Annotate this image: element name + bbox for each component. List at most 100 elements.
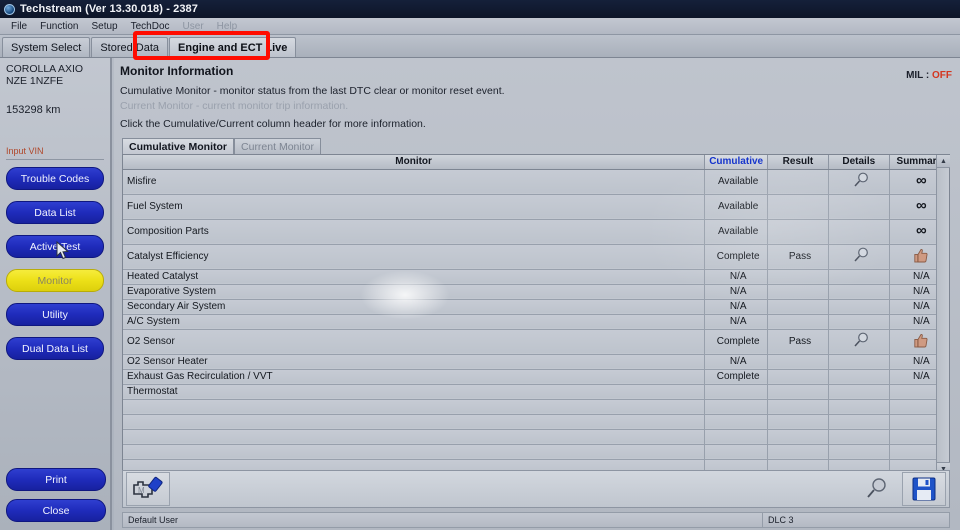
save-button[interactable]	[902, 472, 946, 506]
table-row[interactable]: Composition Parts Available ∞	[123, 219, 949, 245]
techstream-logo-icon	[4, 3, 15, 15]
scroll-up-button[interactable]: ▲	[937, 155, 950, 168]
print-button[interactable]: Print	[6, 468, 106, 491]
menu-item-help[interactable]: Help	[211, 20, 244, 33]
cell-result: Pass	[767, 244, 829, 270]
sidebar-item-data-list[interactable]: Data List	[6, 201, 104, 224]
table-row[interactable]: A/C System N/A N/A	[123, 314, 949, 330]
save-floppy-icon	[912, 477, 936, 501]
cell-monitor: Misfire	[123, 169, 706, 195]
column-header-cumulative[interactable]: Cumulative	[704, 155, 769, 170]
main-panel: Monitor Information MIL : OFF Cumulative…	[114, 58, 960, 530]
sidebar: COROLLA AXIO NZE 1NZFE 153298 km Input V…	[0, 58, 112, 530]
cell-result	[767, 269, 829, 285]
cell-monitor: Composition Parts	[123, 219, 706, 245]
cell-cumulative: Available	[704, 219, 769, 245]
tab-engine-and-ect-live[interactable]: Engine and ECT Live	[169, 37, 297, 57]
toolbar-right-group	[854, 472, 946, 506]
cell-empty	[123, 414, 706, 430]
cell-cumulative: N/A	[704, 314, 769, 330]
menu-item-file[interactable]: File	[5, 20, 33, 33]
magnifier-icon	[867, 478, 886, 498]
cell-details	[828, 299, 890, 315]
menu-item-techdoc[interactable]: TechDoc	[125, 20, 176, 33]
cell-empty	[123, 429, 706, 445]
cell-monitor: O2 Sensor	[123, 329, 706, 355]
svg-text:M: M	[138, 486, 145, 495]
table-row[interactable]: Heated Catalyst N/A N/A	[123, 269, 949, 285]
sidebar-item-active-test[interactable]: Active Test	[6, 235, 104, 258]
cell-monitor: O2 Sensor Heater	[123, 354, 706, 370]
magnifier-button[interactable]	[854, 472, 898, 506]
window-tab-strip: System Select Stored Data Engine and ECT…	[0, 35, 960, 58]
mouse-cursor-icon	[56, 241, 70, 260]
cell-details	[828, 269, 890, 285]
title-bar: Techstream (Ver 13.30.018) - 2387	[0, 0, 960, 18]
cell-cumulative	[704, 384, 769, 400]
cell-monitor: Evaporative System	[123, 284, 706, 300]
sidebar-item-trouble-codes[interactable]: Trouble Codes	[6, 167, 104, 190]
close-button[interactable]: Close	[6, 499, 106, 522]
odometer-reading: 153298 km	[6, 104, 61, 116]
cell-monitor: Thermostat	[123, 384, 706, 400]
sidebar-item-monitor[interactable]: Monitor	[6, 269, 104, 292]
tab-system-select[interactable]: System Select	[2, 37, 91, 57]
cell-result	[767, 369, 829, 385]
sidebar-bottom-buttons: Print Close	[6, 468, 106, 522]
table-row-empty	[123, 414, 949, 430]
table-row[interactable]: Evaporative System N/A N/A	[123, 284, 949, 300]
cell-empty	[828, 414, 890, 430]
cell-details[interactable]	[828, 244, 890, 270]
cell-cumulative: Complete	[704, 369, 769, 385]
menu-item-function[interactable]: Function	[34, 20, 84, 33]
table-row[interactable]: Exhaust Gas Recirculation / VVT Complete N…	[123, 369, 949, 385]
table-vertical-scrollbar[interactable]: ▲ ▼	[936, 155, 950, 475]
mil-label: MIL :	[906, 70, 930, 81]
status-connection: DLC 3	[768, 515, 794, 525]
cell-result	[767, 314, 829, 330]
input-vin-link[interactable]: Input VIN	[6, 146, 104, 160]
tab-cumulative-monitor[interactable]: Cumulative Monitor	[122, 138, 235, 154]
table-row[interactable]: Misfire Available ∞	[123, 169, 949, 195]
cell-details[interactable]	[828, 329, 890, 355]
tab-current-monitor[interactable]: Current Monitor	[234, 138, 321, 154]
page-title: Monitor Information	[120, 64, 234, 78]
table-row[interactable]: Secondary Air System N/A N/A	[123, 299, 949, 315]
cell-empty	[123, 399, 706, 415]
cell-cumulative: N/A	[704, 269, 769, 285]
status-user: Default User	[123, 513, 763, 527]
infinity-symbol: ∞	[915, 196, 927, 214]
cell-empty	[828, 444, 890, 460]
table-row[interactable]: O2 Sensor Complete Pass	[123, 329, 949, 355]
infinity-symbol: ∞	[915, 221, 927, 239]
infinity-symbol: ∞	[915, 171, 927, 189]
cell-result	[767, 194, 829, 220]
menu-item-user[interactable]: User	[177, 20, 210, 33]
table-row[interactable]: Fuel System Available ∞	[123, 194, 949, 220]
cumulative-monitor-description: Cumulative Monitor - monitor status from…	[120, 85, 505, 97]
table-row[interactable]: O2 Sensor Heater N/A N/A	[123, 354, 949, 370]
cell-empty	[767, 399, 829, 415]
monitor-tab-strip: Cumulative Monitor Current Monitor	[122, 138, 321, 154]
table-header-row: Monitor Cumulative Result Details Summar…	[123, 155, 949, 170]
cell-cumulative: Available	[704, 194, 769, 220]
table-row-empty	[123, 444, 949, 460]
mil-value: OFF	[932, 70, 952, 81]
sidebar-item-dual-data-list[interactable]: Dual Data List	[6, 337, 104, 360]
engine-connector-button[interactable]: M	[126, 472, 170, 506]
cell-details	[828, 219, 890, 245]
sidebar-item-utility[interactable]: Utility	[6, 303, 104, 326]
menu-item-setup[interactable]: Setup	[85, 20, 123, 33]
cell-empty	[704, 399, 769, 415]
cell-empty	[828, 399, 890, 415]
thumbs-up-icon	[914, 248, 928, 262]
table-row[interactable]: Thermostat	[123, 384, 949, 400]
engine-connector-icon: M	[133, 476, 163, 498]
cell-details[interactable]	[828, 169, 890, 195]
table-row[interactable]: Catalyst Efficiency Complete Pass	[123, 244, 949, 270]
cell-cumulative: Complete	[704, 329, 769, 355]
vehicle-name: COROLLA AXIO NZE 1NZFE	[6, 63, 84, 87]
cell-result	[767, 169, 829, 195]
tab-stored-data[interactable]: Stored Data	[91, 37, 169, 57]
mil-status-indicator: MIL : OFF	[906, 70, 952, 81]
